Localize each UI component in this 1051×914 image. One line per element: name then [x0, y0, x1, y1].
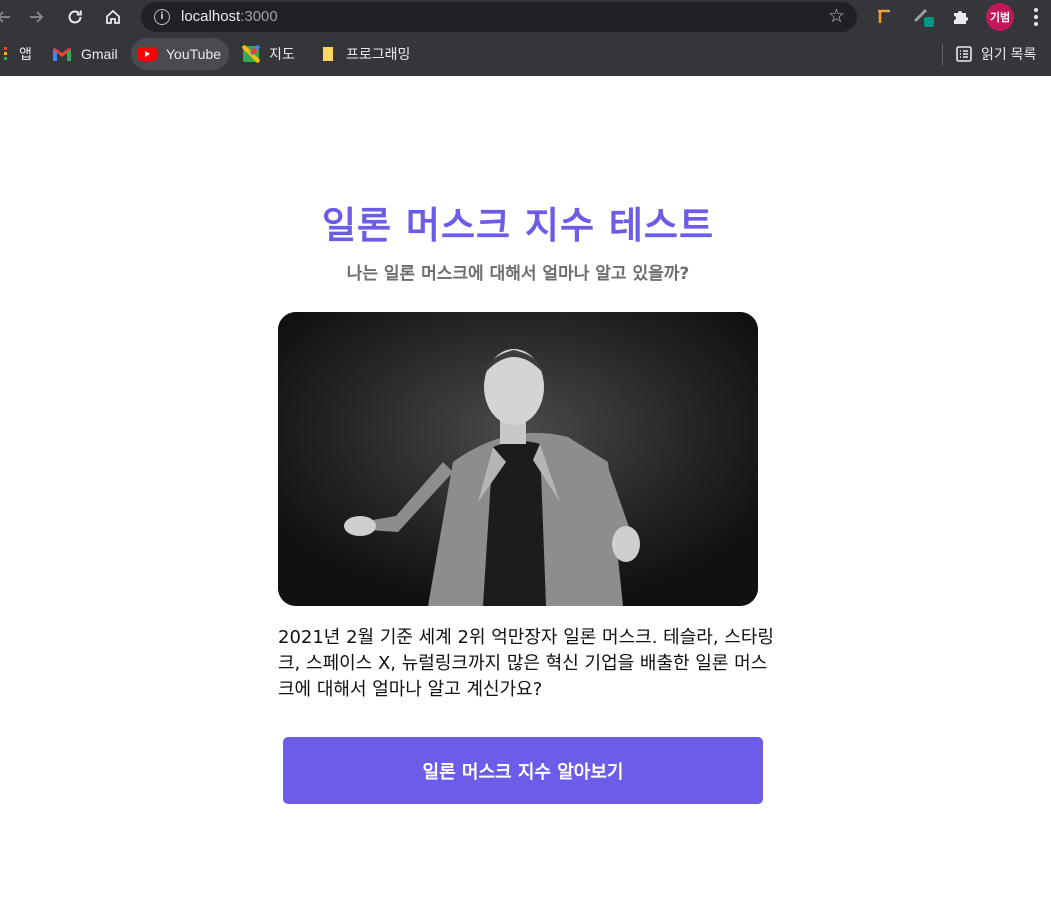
bookmark-star-icon[interactable]: ☆	[828, 5, 845, 27]
browser-menu-icon[interactable]	[1027, 5, 1045, 29]
extensions-puzzle-icon[interactable]	[947, 4, 973, 30]
bookmark-youtube[interactable]: YouTube	[131, 38, 230, 70]
reload-icon[interactable]	[63, 5, 87, 29]
reading-list-button[interactable]: 읽기 목록	[950, 38, 1044, 70]
reading-list-icon	[956, 46, 972, 62]
speaker-photo	[278, 312, 758, 606]
bookmark-label: 앱	[19, 46, 32, 62]
bookmark-label: YouTube	[166, 46, 222, 62]
bookmark-label: 프로그래밍	[346, 46, 411, 62]
apps-grid-icon	[2, 46, 10, 62]
address-bar[interactable]: i localhost:3000 ☆	[141, 2, 857, 32]
page-title: 일론 머스크 지수 테스트	[321, 204, 715, 247]
url-host: localhost	[181, 8, 241, 25]
url-text[interactable]: localhost:3000	[181, 7, 278, 27]
gmail-icon	[52, 47, 72, 62]
folder-icon	[319, 45, 337, 63]
forward-arrow-icon[interactable]	[24, 5, 48, 29]
bookmarks-bar: 앱 Gmail YouTube 지도 프로그래밍 읽기 목록	[0, 34, 1051, 76]
description-text: 2021년 2월 기준 세계 2위 억만장자 일론 머스크. 테슬라, 스타링크…	[278, 627, 774, 700]
back-arrow-icon[interactable]	[0, 5, 16, 29]
bookmark-apps[interactable]: 앱	[0, 38, 40, 70]
bookmark-gmail[interactable]: Gmail	[46, 38, 126, 70]
url-port: :3000	[240, 8, 278, 25]
bookmarks-divider	[942, 44, 943, 66]
bookmark-maps[interactable]: 지도	[236, 38, 303, 70]
profile-avatar[interactable]: 기범	[986, 3, 1014, 31]
start-test-button[interactable]: 일론 머스크 지수 알아보기	[283, 737, 763, 804]
maps-icon	[242, 45, 260, 63]
extension-pen-icon[interactable]	[910, 4, 936, 30]
hero-image	[278, 312, 758, 606]
page-subtitle: 나는 일론 머스크에 대해서 얼마나 알고 있을까?	[346, 264, 690, 284]
bookmark-label: Gmail	[81, 46, 118, 62]
bookmark-label: 지도	[269, 46, 295, 62]
bookmark-folder-programming[interactable]: 프로그래밍	[313, 38, 418, 70]
site-info-icon[interactable]: i	[154, 9, 170, 25]
page-content: 일론 머스크 지수 테스트 나는 일론 머스크에 대해서 얼마나 알고 있을까?	[0, 76, 1051, 914]
extension-pin-icon[interactable]	[871, 4, 897, 30]
youtube-icon	[137, 47, 157, 61]
home-icon[interactable]	[101, 5, 125, 29]
browser-toolbar: i localhost:3000 ☆ 기범	[0, 0, 1051, 34]
reading-list-label: 읽기 목록	[981, 46, 1037, 62]
